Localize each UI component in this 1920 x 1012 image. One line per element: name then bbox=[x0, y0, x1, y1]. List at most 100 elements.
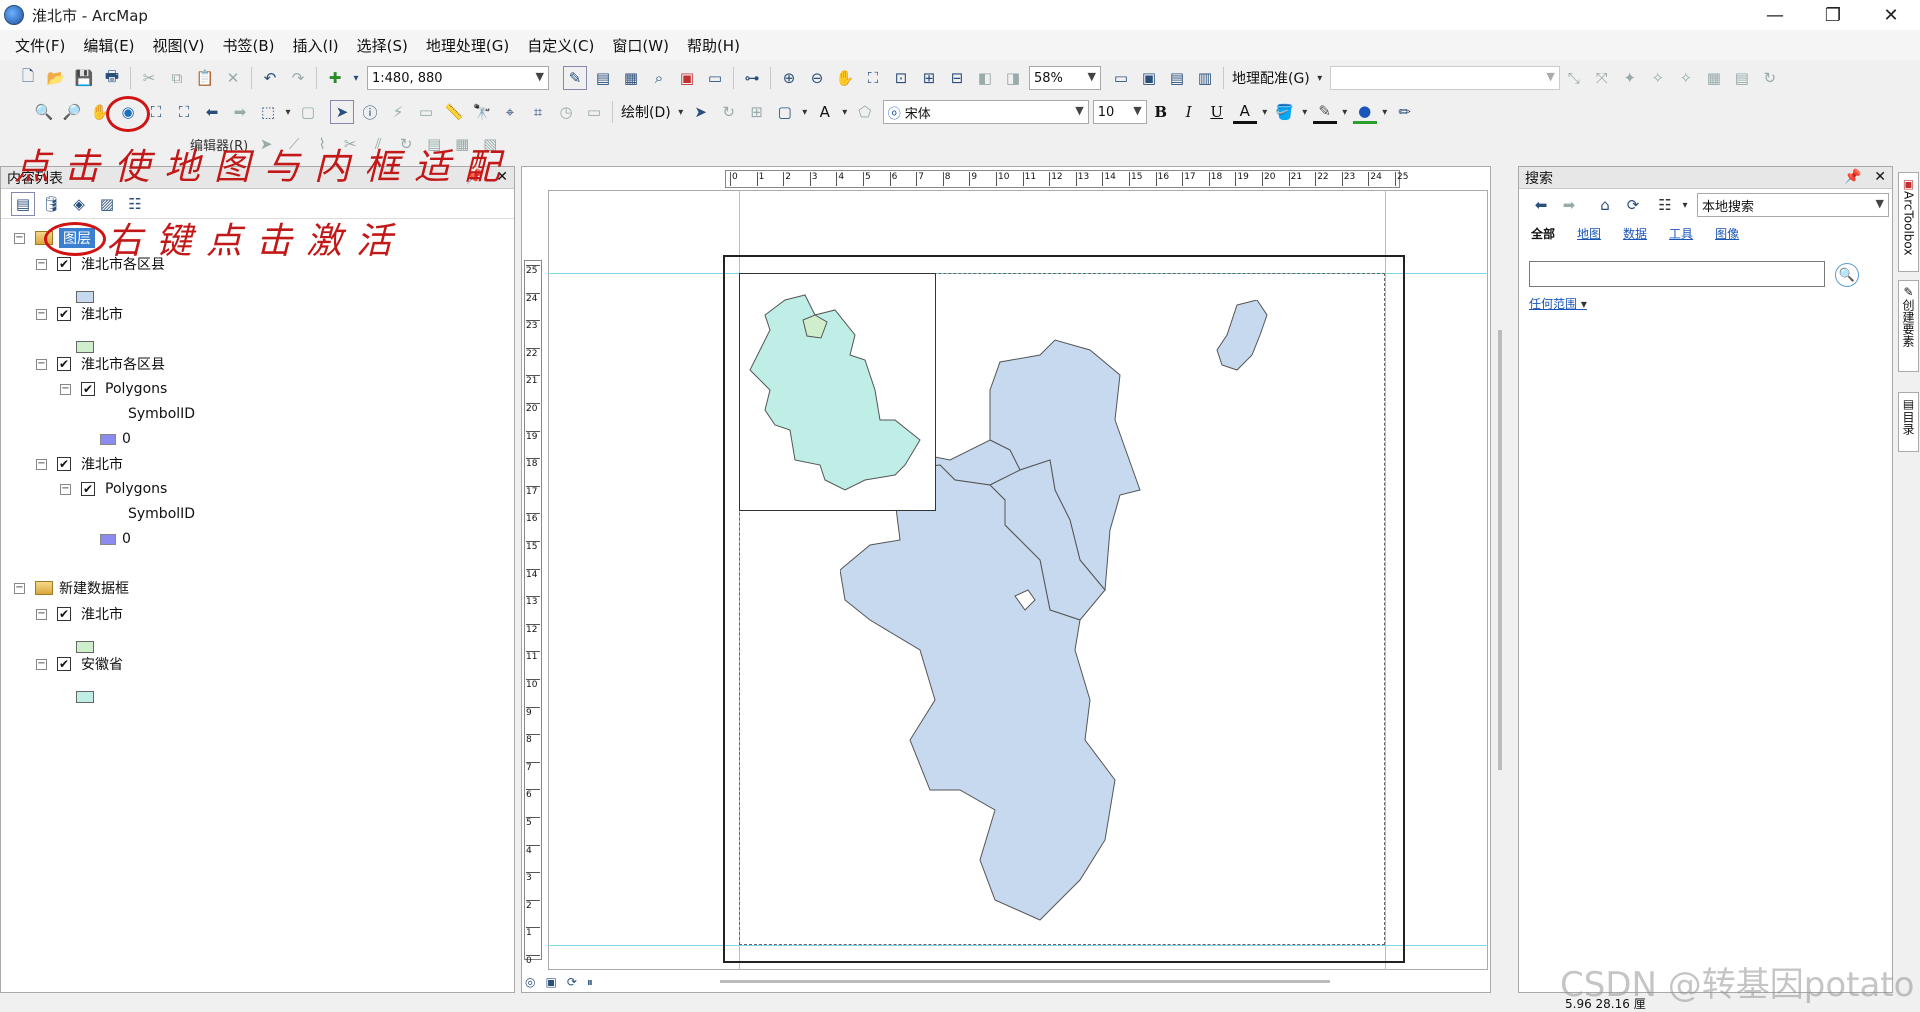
georef-link-icon[interactable]: ✧ bbox=[1646, 66, 1670, 90]
vertical-scrollbar[interactable] bbox=[1498, 330, 1502, 770]
font-size-select[interactable]: 10 ▼ bbox=[1092, 100, 1147, 124]
toc-layer[interactable]: − ✔ 淮北市 bbox=[36, 304, 123, 324]
chevron-down-icon[interactable]: ▾ bbox=[841, 100, 849, 124]
legend-swatch[interactable] bbox=[76, 283, 94, 303]
zoom-to-selected-icon[interactable]: ⊞ bbox=[745, 100, 769, 124]
toc-sublayer[interactable]: − ✔ Polygons bbox=[60, 479, 167, 499]
fixed-zoom-out-icon[interactable]: ⊟ bbox=[945, 66, 969, 90]
edit-vertices-icon[interactable]: ⬠ bbox=[853, 100, 877, 124]
collapse-icon[interactable]: − bbox=[36, 308, 47, 320]
text-tool-icon[interactable]: A bbox=[813, 100, 837, 124]
layer-visibility-checkbox[interactable]: ✔ bbox=[57, 457, 71, 471]
collapse-icon[interactable]: − bbox=[36, 258, 47, 270]
georef-link-alt-icon[interactable]: ✧ bbox=[1674, 66, 1698, 90]
pin-icon[interactable]: 📌 bbox=[1844, 169, 1861, 185]
view-link-table-icon[interactable]: ▦ bbox=[1702, 66, 1726, 90]
data-driven-pages-icon[interactable]: ▥ bbox=[1193, 66, 1217, 90]
search-tab-all[interactable]: 全部 bbox=[1531, 225, 1555, 242]
northern-island-polygon[interactable] bbox=[1212, 300, 1272, 380]
collapse-icon[interactable]: − bbox=[60, 483, 71, 495]
legend-swatch[interactable] bbox=[76, 333, 94, 353]
collapse-icon[interactable]: − bbox=[14, 232, 25, 244]
model-builder-icon[interactable]: ⊶ bbox=[740, 66, 764, 90]
back-arrow-icon[interactable]: ⬅ bbox=[200, 100, 224, 124]
chevron-down-icon[interactable]: ▾ bbox=[351, 66, 361, 90]
measure-icon[interactable]: 📏 bbox=[442, 100, 466, 124]
chevron-down-icon[interactable]: ▾ bbox=[677, 100, 685, 124]
search-extent-link[interactable]: 任何范围 ▾ bbox=[1529, 295, 1587, 312]
symbol-swatch[interactable] bbox=[76, 691, 94, 703]
toc-data-frame[interactable]: − 新建数据框 bbox=[14, 578, 129, 598]
layout-zoom-select[interactable]: 58% ▼ bbox=[1029, 66, 1101, 90]
chevron-down-icon[interactable]: ▾ bbox=[284, 100, 292, 124]
marker-color-icon[interactable]: ● bbox=[1352, 100, 1377, 124]
menu-geoprocessing[interactable]: 地理处理(G) bbox=[417, 35, 518, 56]
collapse-icon[interactable]: − bbox=[36, 458, 47, 470]
zoom-out-icon[interactable]: 🔎 bbox=[60, 100, 84, 124]
search-tab-images[interactable]: 图像 bbox=[1715, 225, 1739, 242]
layout-zoom-out-icon[interactable]: ⊖ bbox=[805, 66, 829, 90]
zoom-whole-page-icon[interactable]: ⛶ bbox=[861, 66, 885, 90]
font-color-icon[interactable]: A bbox=[1232, 100, 1257, 124]
collapse-icon[interactable]: − bbox=[60, 383, 71, 395]
add-data-icon[interactable]: ✚ bbox=[323, 66, 347, 90]
open-folder-icon[interactable]: 📂 bbox=[44, 66, 68, 90]
map-scale-select[interactable]: 1:480, 880 ▼ bbox=[367, 66, 549, 90]
search-tab-maps[interactable]: 地图 bbox=[1577, 225, 1601, 242]
minimize-button[interactable]: — bbox=[1746, 0, 1804, 30]
new-document-icon[interactable]: 🗋 bbox=[16, 66, 40, 90]
paste-icon[interactable]: 📋 bbox=[193, 66, 217, 90]
symbol-swatch[interactable] bbox=[76, 291, 94, 303]
forward-arrow-icon[interactable]: ➡ bbox=[1557, 193, 1581, 217]
select-elements-icon[interactable]: ➤ bbox=[330, 100, 354, 124]
search-window-icon[interactable]: ⌕ bbox=[647, 66, 671, 90]
georef-reset-icon[interactable]: ↻ bbox=[1758, 66, 1782, 90]
pause-drawing-icon[interactable]: ⏸ bbox=[587, 975, 593, 990]
georef-layer-select[interactable]: ▼ bbox=[1329, 66, 1560, 90]
toc-layer[interactable]: − ✔ 安徽省 bbox=[36, 654, 123, 674]
georeferencing-menu[interactable]: 地理配准(G) bbox=[1232, 68, 1310, 88]
legend-swatch[interactable] bbox=[76, 633, 94, 653]
drawing-menu[interactable]: 绘制(D) bbox=[621, 102, 671, 122]
refresh-icon[interactable]: ⟳ bbox=[1621, 193, 1645, 217]
menu-file[interactable]: 文件(F) bbox=[6, 35, 74, 56]
layer-visibility-checkbox[interactable]: ✔ bbox=[81, 482, 95, 496]
search-scope-select[interactable]: 本地搜索 ▼ bbox=[1697, 193, 1889, 217]
symbol-swatch[interactable] bbox=[76, 641, 94, 653]
close-icon[interactable]: ✕ bbox=[1874, 169, 1886, 185]
zoom-100-icon[interactable]: ⊡ bbox=[889, 66, 913, 90]
rectangle-tool-icon[interactable]: ▢ bbox=[773, 100, 797, 124]
forward-arrow-icon[interactable]: ➡ bbox=[228, 100, 252, 124]
create-viewer-icon[interactable]: ▭ bbox=[582, 100, 606, 124]
catalog-window-icon[interactable]: ▦ bbox=[619, 66, 643, 90]
layout-view-icon[interactable]: ▣ bbox=[545, 975, 556, 990]
toggle-draft-mode-icon[interactable]: ▭ bbox=[1109, 66, 1133, 90]
search-input[interactable] bbox=[1529, 261, 1825, 287]
side-tab-catalog[interactable]: ▤ 目录 bbox=[1898, 392, 1919, 452]
save-icon[interactable]: 💾 bbox=[72, 66, 96, 90]
table-of-contents-icon[interactable]: ▤ bbox=[591, 66, 615, 90]
undo-icon[interactable]: ↶ bbox=[258, 66, 282, 90]
redo-icon[interactable]: ↷ bbox=[286, 66, 310, 90]
layout-pan-icon[interactable]: ✋ bbox=[833, 66, 857, 90]
menu-view[interactable]: 视图(V) bbox=[144, 35, 214, 56]
legend-swatch[interactable] bbox=[76, 683, 94, 703]
print-icon[interactable]: 🖶 bbox=[100, 66, 124, 90]
editor-toolbar-icon[interactable]: ✎ bbox=[563, 66, 587, 90]
chevron-down-icon[interactable]: ▾ bbox=[1261, 100, 1269, 124]
select-features-icon[interactable]: ⬚ bbox=[256, 100, 280, 124]
hyperlink-icon[interactable]: ⚡ bbox=[386, 100, 410, 124]
fixed-zoom-in-icon[interactable]: ⊞ bbox=[917, 66, 941, 90]
back-arrow-icon[interactable]: ⬅ bbox=[1529, 193, 1553, 217]
toc-layer[interactable]: − ✔ 淮北市 bbox=[36, 604, 123, 624]
find-route-icon[interactable]: ⌖ bbox=[498, 100, 522, 124]
find-icon[interactable]: 🔭 bbox=[470, 100, 494, 124]
line-color-icon[interactable]: ✎ bbox=[1312, 100, 1337, 124]
search-icon[interactable]: 🔍 bbox=[1835, 263, 1859, 287]
next-extent-icon[interactable]: ◨ bbox=[1001, 66, 1025, 90]
time-slider-icon[interactable]: ◷ bbox=[554, 100, 578, 124]
layer-visibility-checkbox[interactable]: ✔ bbox=[57, 307, 71, 321]
bold-button[interactable]: B bbox=[1149, 100, 1173, 124]
layer-visibility-checkbox[interactable]: ✔ bbox=[57, 357, 71, 371]
chevron-down-icon[interactable]: ▾ bbox=[1341, 100, 1349, 124]
